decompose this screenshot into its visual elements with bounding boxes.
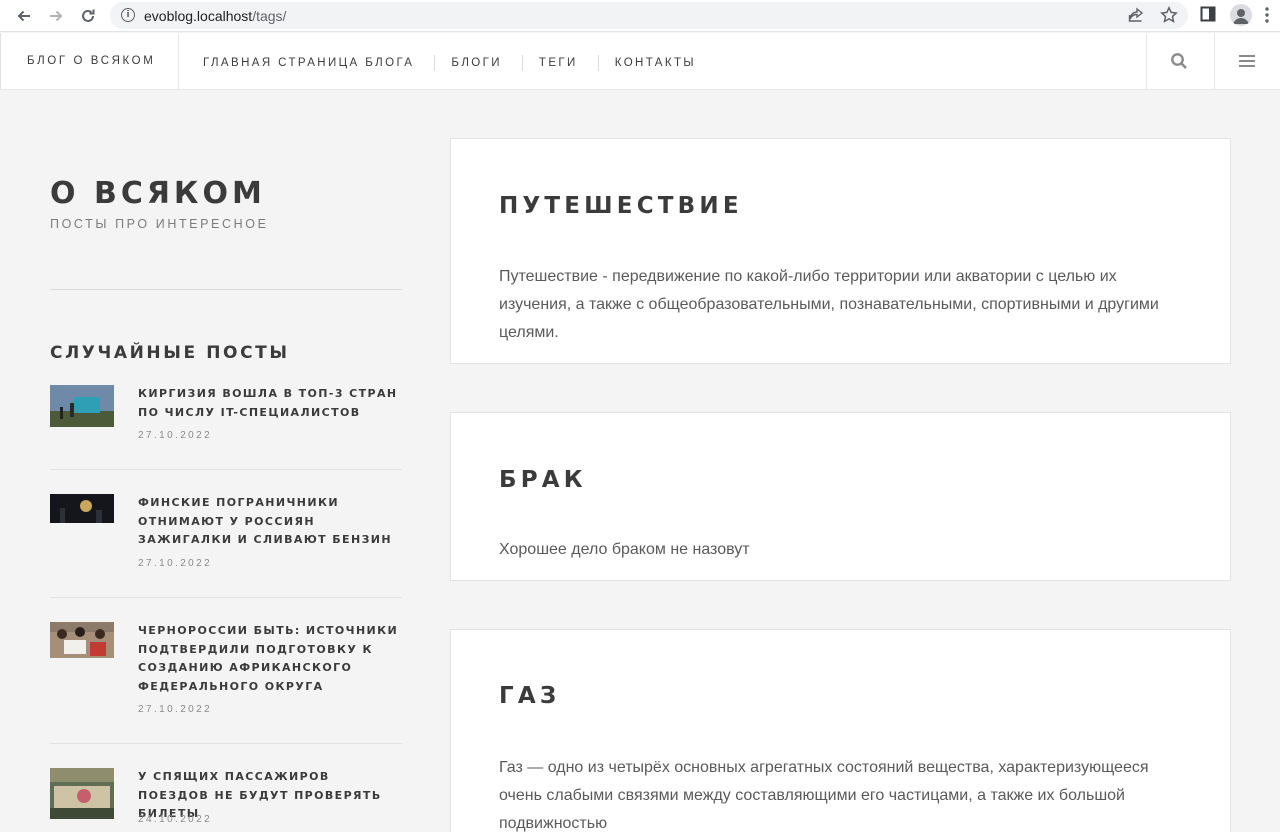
tag-description: Путешествие - передвижение по какой-либо… — [499, 268, 1159, 341]
url-path: /tags/ — [252, 8, 287, 24]
nav-home-link[interactable]: ГЛАВНАЯ СТРАНИЦА БЛОГА — [203, 57, 414, 69]
tag-card: ПУТЕШЕСТВИЕ Путешествие - передвижение п… — [450, 138, 1231, 364]
site-title: О ВСЯКОМ — [50, 176, 266, 211]
nav-contacts-link[interactable]: КОНТАКТЫ — [615, 57, 696, 69]
random-posts-heading: СЛУЧАЙНЫЕ ПОСТЫ — [50, 343, 290, 363]
url-text: evoblog.localhost/tags/ — [144, 8, 286, 24]
side-panel-icon[interactable] — [1200, 6, 1216, 27]
back-button[interactable] — [12, 4, 36, 28]
reload-button[interactable] — [76, 4, 100, 28]
post-date: 27.10.2022 — [138, 430, 213, 441]
tag-card: БРАК Хорошее дело браком не назовут — [450, 412, 1231, 581]
brand-link[interactable]: БЛОГ О ВСЯКОМ — [27, 55, 155, 67]
nav-separator — [597, 55, 599, 71]
post-thumbnail[interactable] — [50, 494, 114, 523]
tag-card: ГАЗ Газ — одно из четырёх основных агрег… — [450, 629, 1231, 832]
forward-button[interactable] — [44, 4, 68, 28]
browser-menu-icon[interactable] — [1264, 6, 1270, 29]
browser-toolbar: i evoblog.localhost/tags/ — [0, 0, 1280, 32]
tag-description: Газ — одно из четырёх основных агрегатны… — [499, 759, 1149, 832]
reload-icon — [82, 9, 95, 22]
search-button[interactable] — [1146, 33, 1212, 89]
post-title-link[interactable]: ЧЕРНОРОССИИ БЫТЬ: ИСТОЧНИКИ ПОДТВЕРДИЛИ … — [138, 622, 402, 696]
search-icon — [1171, 53, 1187, 69]
post-title-link[interactable]: ФИНСКИЕ ПОГРАНИЧНИКИ ОТНИМАЮТ У РОССИЯН … — [138, 494, 402, 550]
post-divider — [50, 743, 402, 744]
profile-avatar-icon[interactable] — [1230, 4, 1252, 26]
hamburger-menu-icon — [1239, 55, 1255, 67]
post-title-link[interactable]: КИРГИЗИЯ ВОШЛА В ТОП-3 СТРАН ПО ЧИСЛУ IT… — [138, 385, 402, 422]
menu-button[interactable] — [1214, 33, 1280, 89]
header-divider — [178, 33, 179, 89]
nav-separator — [434, 55, 436, 71]
post-thumbnail[interactable] — [50, 768, 114, 819]
post-divider — [50, 469, 402, 470]
site-header: БЛОГ О ВСЯКОМ ГЛАВНАЯ СТРАНИЦА БЛОГА БЛО… — [0, 33, 1280, 90]
post-date: 27.10.2022 — [138, 704, 213, 715]
nav-separator — [521, 55, 523, 71]
post-thumbnail[interactable] — [50, 385, 114, 427]
post-date: 24.10.2022 — [138, 814, 213, 825]
site-info-icon[interactable]: i — [121, 8, 135, 22]
sidebar-divider — [50, 289, 402, 290]
address-bar[interactable]: i evoblog.localhost/tags/ — [110, 2, 1188, 29]
tag-title-link[interactable]: ГАЗ — [499, 683, 560, 709]
back-arrow-icon — [17, 10, 30, 22]
tag-title-link[interactable]: ПУТЕШЕСТВИЕ — [499, 193, 743, 219]
tag-description: Хорошее дело браком не назовут — [499, 541, 750, 558]
forward-arrow-icon — [50, 10, 63, 22]
site-subtitle: ПОСТЫ ПРО ИНТЕРЕСНОЕ — [50, 217, 269, 231]
nav-blogs-link[interactable]: БЛОГИ — [451, 57, 502, 69]
main-nav: ГЛАВНАЯ СТРАНИЦА БЛОГА БЛОГИ ТЕГИ КОНТАК… — [203, 55, 696, 71]
share-icon[interactable] — [1128, 7, 1144, 28]
tag-title-link[interactable]: БРАК — [499, 467, 587, 493]
post-date: 27.10.2022 — [138, 558, 213, 569]
bookmark-star-icon[interactable] — [1160, 6, 1178, 29]
post-thumbnail[interactable] — [50, 622, 114, 658]
nav-tags-link[interactable]: ТЕГИ — [539, 57, 578, 69]
url-host: evoblog.localhost — [144, 8, 253, 24]
post-divider — [50, 597, 402, 598]
